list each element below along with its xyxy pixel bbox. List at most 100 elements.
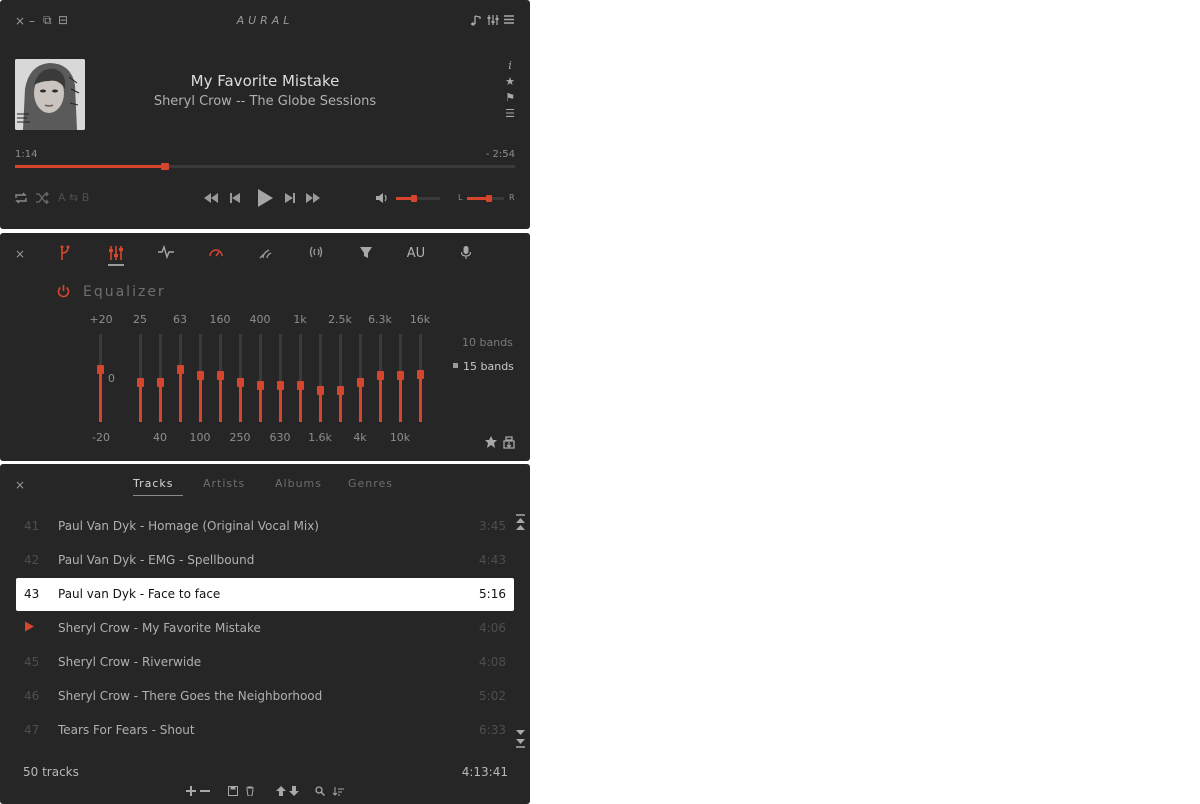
save-preset-icon[interactable] bbox=[484, 434, 498, 453]
scroll-to-bottom-icon[interactable] bbox=[515, 728, 526, 754]
playlist-close-icon[interactable]: × bbox=[15, 479, 25, 491]
eq-band-fill bbox=[199, 375, 202, 422]
eq-band-slider[interactable] bbox=[137, 334, 144, 422]
save-icon[interactable] bbox=[228, 786, 238, 799]
menu-icon[interactable] bbox=[503, 14, 515, 27]
bookmark-icon[interactable]: ⚑ bbox=[503, 91, 517, 107]
tab-tracks[interactable]: Tracks bbox=[133, 477, 174, 490]
eq-band-slider[interactable] bbox=[237, 334, 244, 422]
eq-band-knob[interactable] bbox=[157, 377, 164, 387]
previous-icon[interactable] bbox=[229, 192, 241, 206]
eq-band-knob[interactable] bbox=[357, 377, 364, 387]
eq-band-knob[interactable] bbox=[237, 377, 244, 387]
seek-back-icon[interactable] bbox=[203, 192, 219, 206]
eq-band-slider[interactable] bbox=[197, 334, 204, 422]
effects-toggle-icon[interactable] bbox=[487, 14, 499, 28]
seek-knob[interactable] bbox=[161, 163, 169, 170]
info-icon[interactable]: i bbox=[503, 59, 517, 75]
chapters-icon[interactable]: ☰ bbox=[503, 107, 517, 123]
equalizer-power-icon[interactable] bbox=[56, 284, 71, 303]
track-row[interactable]: 46 Sheryl Crow - There Goes the Neighborh… bbox=[16, 680, 514, 713]
balance-slider[interactable] bbox=[467, 195, 504, 202]
tab-albums[interactable]: Albums bbox=[275, 477, 322, 490]
tab-artists[interactable]: Artists bbox=[203, 477, 245, 490]
eq-band-knob[interactable] bbox=[377, 370, 384, 380]
tab-reverb-icon[interactable] bbox=[254, 245, 278, 263]
track-number: 41 bbox=[24, 519, 40, 533]
eq-band-slider[interactable] bbox=[377, 334, 384, 422]
track-row[interactable]: 43 Paul van Dyk - Face to face 5:16 bbox=[16, 578, 514, 611]
track-row[interactable]: Sheryl Crow - My Favorite Mistake 4:06 bbox=[16, 612, 514, 645]
eq-band-knob[interactable] bbox=[197, 370, 204, 380]
bands-10-option[interactable]: 10 bands bbox=[462, 336, 513, 349]
balance-knob[interactable] bbox=[486, 195, 492, 202]
track-row[interactable]: 45 Sheryl Crow - Riverwide 4:08 bbox=[16, 646, 514, 679]
eq-band-knob[interactable] bbox=[137, 377, 144, 387]
shuffle-icon[interactable] bbox=[35, 191, 49, 206]
eq-band-slider[interactable] bbox=[257, 334, 264, 422]
eq-band-knob[interactable] bbox=[417, 369, 424, 379]
elapsed-time[interactable]: 1:14 bbox=[15, 149, 37, 160]
trash-icon[interactable] bbox=[245, 786, 255, 799]
eq-band-slider[interactable] bbox=[417, 334, 424, 422]
remaining-time[interactable]: - 2:54 bbox=[480, 149, 515, 160]
eq-band-slider[interactable] bbox=[217, 334, 224, 422]
tab-equalizer-icon[interactable] bbox=[104, 245, 128, 265]
eq-frequency-label: 6.3k bbox=[368, 313, 392, 326]
balance-right-label: R bbox=[509, 193, 515, 202]
tab-time-icon[interactable] bbox=[204, 245, 228, 263]
tab-audio-units[interactable]: AU bbox=[404, 246, 428, 261]
eq-band-slider[interactable] bbox=[297, 334, 304, 422]
volume-knob[interactable] bbox=[411, 195, 417, 202]
eq-frequency-label: 1.6k bbox=[308, 431, 332, 444]
presets-menu-icon[interactable] bbox=[502, 434, 516, 453]
eq-band-knob[interactable] bbox=[217, 370, 224, 380]
seek-forward-icon[interactable] bbox=[305, 192, 321, 206]
eq-band-knob[interactable] bbox=[177, 364, 184, 374]
next-icon[interactable] bbox=[284, 192, 296, 206]
preamp-knob[interactable] bbox=[97, 364, 104, 374]
tab-delay-icon[interactable] bbox=[304, 245, 328, 263]
tab-filter-icon[interactable] bbox=[354, 245, 378, 263]
add-icon[interactable] bbox=[186, 786, 196, 799]
tab-pitch-icon[interactable] bbox=[154, 244, 178, 263]
ab-loop-button[interactable]: A ⇆ B bbox=[58, 192, 89, 203]
eq-band-knob[interactable] bbox=[257, 380, 264, 390]
move-up-icon[interactable] bbox=[276, 786, 286, 799]
volume-icon[interactable] bbox=[375, 192, 389, 206]
sort-icon[interactable] bbox=[332, 786, 345, 799]
eq-band-knob[interactable] bbox=[397, 370, 404, 380]
play-icon[interactable] bbox=[256, 188, 274, 210]
search-icon[interactable] bbox=[315, 786, 326, 799]
volume-slider[interactable] bbox=[396, 195, 440, 202]
effects-close-icon[interactable]: × bbox=[15, 248, 25, 260]
repeat-icon[interactable] bbox=[14, 192, 28, 207]
eq-band-slider[interactable] bbox=[317, 334, 324, 422]
eq-band-slider[interactable] bbox=[277, 334, 284, 422]
eq-frequency-label: 250 bbox=[229, 431, 251, 444]
eq-frequency-label: 100 bbox=[189, 431, 211, 444]
eq-band-knob[interactable] bbox=[297, 380, 304, 390]
tab-genres[interactable]: Genres bbox=[348, 477, 393, 490]
eq-band-slider[interactable] bbox=[177, 334, 184, 422]
preamp-slider[interactable] bbox=[97, 334, 104, 422]
tab-recorder-icon[interactable] bbox=[454, 245, 478, 264]
move-down-icon[interactable] bbox=[289, 786, 299, 799]
eq-band-knob[interactable] bbox=[277, 380, 284, 390]
star-icon[interactable]: ★ bbox=[503, 75, 517, 91]
eq-band-knob[interactable] bbox=[317, 385, 324, 395]
eq-band-slider[interactable] bbox=[157, 334, 164, 422]
bands-15-option[interactable]: 15 bands bbox=[463, 360, 514, 373]
track-row[interactable]: 42 Paul Van Dyk - EMG - Spellbound 4:43 bbox=[16, 544, 514, 577]
remove-icon[interactable] bbox=[200, 786, 210, 799]
seek-bar[interactable] bbox=[15, 163, 515, 170]
eq-band-slider[interactable] bbox=[397, 334, 404, 422]
track-row[interactable]: 47 Tears For Fears - Shout 6:33 bbox=[16, 714, 514, 747]
eq-band-knob[interactable] bbox=[337, 385, 344, 395]
track-row[interactable]: 41 Paul Van Dyk - Homage (Original Vocal … bbox=[16, 510, 514, 543]
scroll-to-top-icon[interactable] bbox=[515, 514, 526, 538]
tab-master-icon[interactable] bbox=[53, 245, 77, 265]
eq-band-slider[interactable] bbox=[337, 334, 344, 422]
playlist-toggle-icon[interactable] bbox=[470, 14, 483, 28]
eq-band-slider[interactable] bbox=[357, 334, 364, 422]
